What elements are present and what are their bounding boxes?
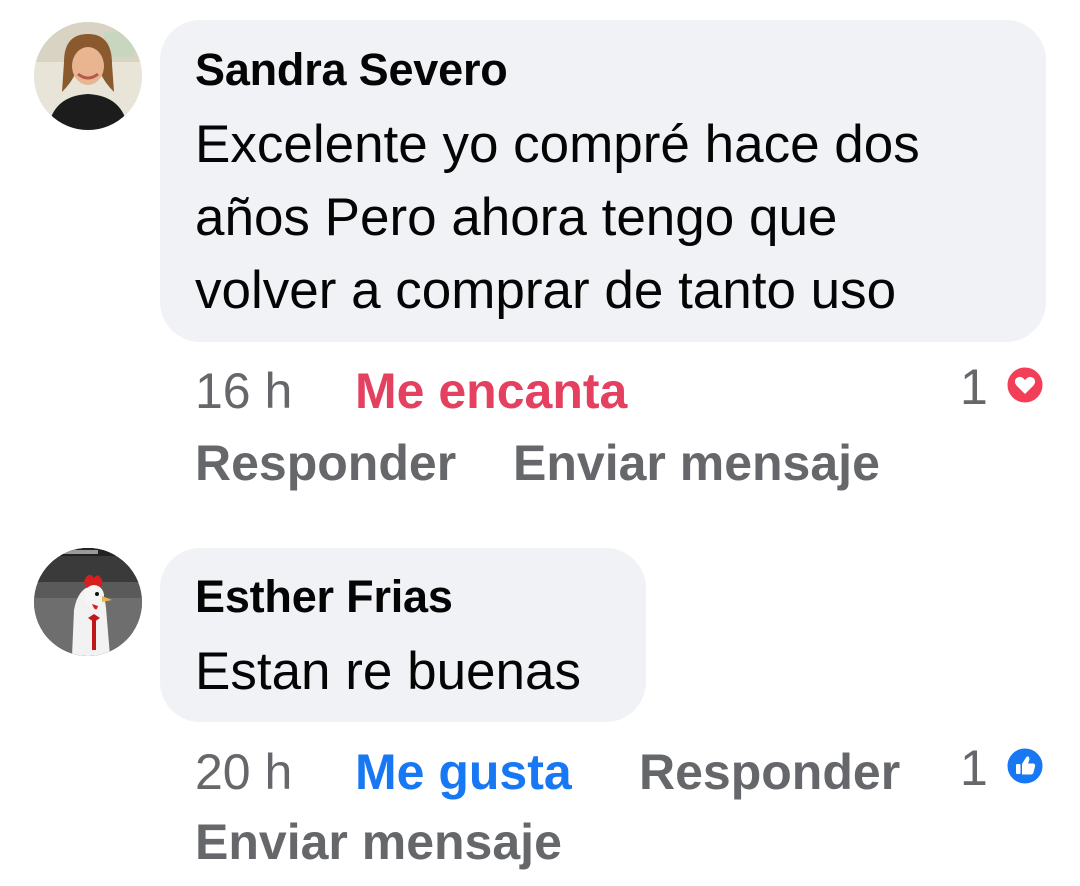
comment-text-line: Estan re buenas — [195, 642, 581, 701]
comment-timestamp: 20 h — [195, 744, 293, 800]
comment-text-line: volver a comprar de tanto uso — [195, 261, 897, 320]
comment-timestamp: 16 h — [195, 363, 293, 419]
avatar[interactable] — [34, 548, 142, 656]
like-thumb-icon[interactable] — [1006, 747, 1044, 785]
love-heart-icon[interactable] — [1006, 366, 1044, 404]
comment-author[interactable]: Esther Frias — [195, 571, 453, 623]
comment-author[interactable]: Sandra Severo — [195, 44, 508, 96]
reaction-count[interactable]: 1 — [960, 739, 988, 797]
comment-item: Sandra Severo Excelente yo compré hace d… — [0, 0, 1080, 500]
avatar[interactable] — [34, 22, 142, 130]
send-message-button[interactable]: Enviar mensaje — [195, 813, 562, 871]
user-avatar-photo — [34, 22, 142, 130]
comment-text-line: años Pero ahora tengo que — [195, 188, 838, 247]
comment-text-line: Excelente yo compré hace dos — [195, 115, 920, 174]
comment-item: Esther Frias Estan re buenas 20 h Me gus… — [0, 530, 1080, 886]
reaction-count[interactable]: 1 — [960, 358, 988, 416]
reaction-button[interactable]: Me gusta — [355, 743, 572, 801]
reaction-button[interactable]: Me encanta — [355, 362, 627, 420]
reply-button[interactable]: Responder — [639, 743, 900, 801]
reply-button[interactable]: Responder — [195, 434, 456, 492]
rooster-avatar-photo — [34, 548, 142, 656]
send-message-button[interactable]: Enviar mensaje — [513, 434, 880, 492]
